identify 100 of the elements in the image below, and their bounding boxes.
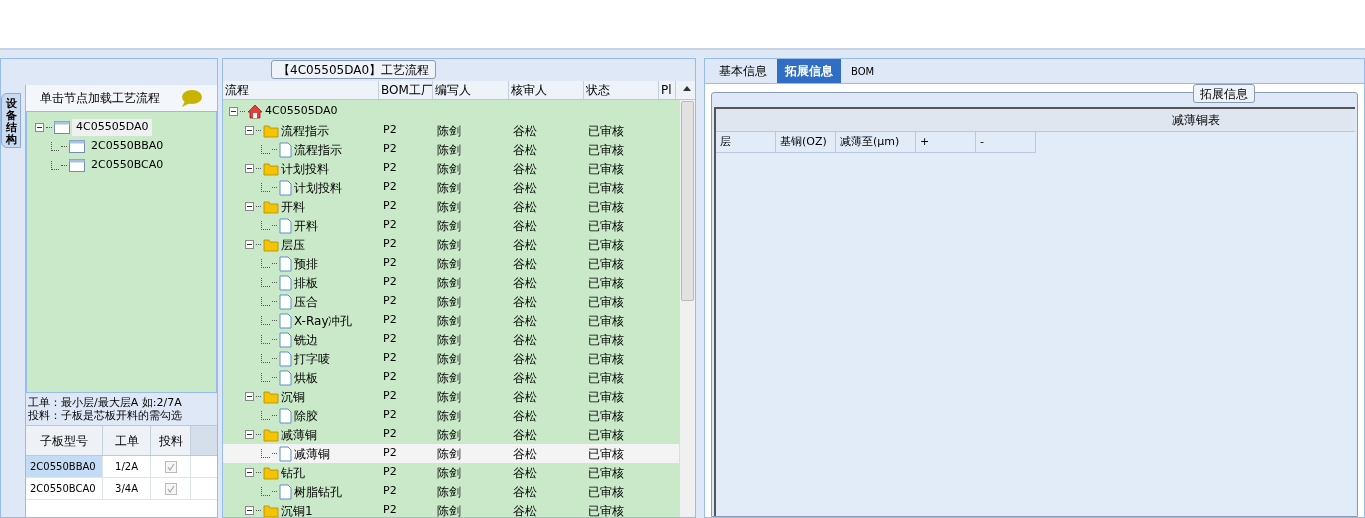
folder-icon <box>263 123 279 138</box>
table-cell-text: 陈剑 <box>436 141 462 159</box>
table-cell-text: 陈剑 <box>436 445 462 463</box>
process-row[interactable]: 流程指示 P2 陈剑 谷松 已审核 <box>223 140 679 159</box>
table-cell-text: 已审核 <box>587 426 625 444</box>
process-row[interactable]: 沉铜 P2 陈剑 谷松 已审核 <box>223 387 679 406</box>
collapse-toggle[interactable] <box>245 392 254 401</box>
table-cell-text: 谷松 <box>512 445 538 463</box>
collapse-toggle[interactable] <box>245 506 254 515</box>
process-row[interactable]: 减薄铜 P2 陈剑 谷松 已审核 <box>223 425 679 444</box>
table-cell-text: P2 <box>382 255 398 272</box>
window-icon <box>69 159 85 172</box>
table-cell-text: 陈剑 <box>436 331 462 349</box>
process-row[interactable]: 减薄铜 P2 陈剑 谷松 已审核 <box>223 444 679 463</box>
document-icon <box>279 217 292 234</box>
process-row[interactable]: 打字唛 P2 陈剑 谷松 已审核 <box>223 349 679 368</box>
folder-icon <box>263 161 279 176</box>
table-cell-text: 陈剑 <box>436 293 462 311</box>
process-row[interactable]: 钻孔 P2 陈剑 谷松 已审核 <box>223 463 679 482</box>
table-cell-text: 陈剑 <box>436 255 462 273</box>
collapse-toggle[interactable] <box>245 202 254 211</box>
tree-item[interactable]: 2C0550BBA0 <box>87 138 168 155</box>
process-row[interactable]: X-Ray冲孔 P2 陈剑 谷松 已审核 <box>223 311 679 330</box>
process-name: 沉铜1 <box>281 502 313 517</box>
tab[interactable]: 拓展信息 <box>777 59 841 83</box>
group-title: 拓展信息 <box>1193 84 1255 103</box>
process-name: 4C05505DA0 <box>265 103 338 120</box>
table-cell-text: P2 <box>382 445 398 462</box>
table-cell-text: 已审核 <box>587 445 625 463</box>
process-row[interactable]: 流程指示 P2 陈剑 谷松 已审核 <box>223 121 679 140</box>
process-row[interactable]: 铣边 P2 陈剑 谷松 已审核 <box>223 330 679 349</box>
process-name: 排板 <box>294 274 318 292</box>
table-cell-text: 已审核 <box>587 331 625 349</box>
process-name: 开料 <box>294 217 318 235</box>
table-cell[interactable]: 2C0550BBA0 <box>26 456 103 477</box>
process-row[interactable]: 4C05505DA0 <box>223 102 679 121</box>
table-cell-text: P2 <box>382 236 398 253</box>
process-row[interactable]: 压合 P2 陈剑 谷松 已审核 <box>223 292 679 311</box>
table-cell-text: P2 <box>382 502 398 517</box>
table-cell-text: 谷松 <box>512 331 538 349</box>
table-cell-text: 已审核 <box>587 198 625 216</box>
process-row[interactable]: 开料 P2 陈剑 谷松 已审核 <box>223 216 679 235</box>
document-icon <box>279 445 292 462</box>
table-cell-text: 谷松 <box>512 407 538 425</box>
process-row[interactable]: 烘板 P2 陈剑 谷松 已审核 <box>223 368 679 387</box>
document-icon <box>279 255 292 272</box>
process-row[interactable]: 除胶 P2 陈剑 谷松 已审核 <box>223 406 679 425</box>
checkbox[interactable] <box>164 482 177 495</box>
process-row[interactable]: 排板 P2 陈剑 谷松 已审核 <box>223 273 679 292</box>
process-row[interactable]: 计划投料 P2 陈剑 谷松 已审核 <box>223 159 679 178</box>
tab[interactable]: BOM <box>843 59 883 83</box>
collapse-toggle[interactable] <box>245 164 254 173</box>
table-cell-text: 已审核 <box>587 293 625 311</box>
tree-item[interactable]: 4C05505DA0 <box>72 119 153 136</box>
column-header: 核审人 <box>509 81 584 99</box>
collapse-toggle[interactable] <box>229 107 238 116</box>
process-row[interactable]: 沉铜1 P2 陈剑 谷松 已审核 <box>223 501 679 517</box>
table-cell-text: P2 <box>382 388 398 405</box>
table-cell-text: 陈剑 <box>436 274 462 292</box>
process-name: 计划投料 <box>281 160 329 178</box>
collapse-toggle[interactable] <box>245 468 254 477</box>
collapse-toggle[interactable] <box>35 123 44 132</box>
table-cell-text: P2 <box>382 312 398 329</box>
column-header: 状态 <box>584 81 659 99</box>
document-icon <box>279 274 292 291</box>
side-tab[interactable]: 设备结构 <box>1 93 21 148</box>
process-row[interactable]: 预排 P2 陈剑 谷松 已审核 <box>223 254 679 273</box>
tree-item[interactable]: 2C0550BCA0 <box>87 157 168 174</box>
table-cell-text: 谷松 <box>512 426 538 444</box>
tab[interactable]: 基本信息 <box>711 59 775 83</box>
table-cell[interactable]: 2C0550BCA0 <box>26 478 103 499</box>
checkbox[interactable] <box>164 460 177 473</box>
document-icon <box>279 369 292 386</box>
column-header: - <box>976 132 1036 153</box>
table-cell-text: 陈剑 <box>436 369 462 387</box>
collapse-toggle[interactable] <box>245 126 254 135</box>
folder-icon <box>263 503 279 517</box>
table-cell-text: 已审核 <box>587 236 625 254</box>
process-name: 钻孔 <box>281 464 305 482</box>
column-header: BOM工厂 <box>379 81 433 99</box>
process-name: 铣边 <box>294 331 318 349</box>
process-row[interactable]: 开料 P2 陈剑 谷松 已审核 <box>223 197 679 216</box>
table-cell-text: 已审核 <box>587 464 625 482</box>
collapse-toggle[interactable] <box>245 430 254 439</box>
table-cell-text: P2 <box>382 122 398 139</box>
scroll-up-icon[interactable] <box>682 84 692 92</box>
table-cell-text: 谷松 <box>512 350 538 368</box>
table-cell-text: P2 <box>382 141 398 158</box>
document-icon <box>279 331 292 348</box>
collapse-toggle[interactable] <box>245 240 254 249</box>
table-cell-text: 已审核 <box>587 407 625 425</box>
table-cell: 1/2A <box>103 456 151 477</box>
scrollbar[interactable] <box>679 100 695 517</box>
table-cell-text: P2 <box>382 483 398 500</box>
panel-header: 单击节点加载工艺流程 <box>40 90 160 107</box>
process-row[interactable]: 层压 P2 陈剑 谷松 已审核 <box>223 235 679 254</box>
table-cell-text: 谷松 <box>512 312 538 330</box>
process-row[interactable]: 树脂钻孔 P2 陈剑 谷松 已审核 <box>223 482 679 501</box>
document-icon <box>279 350 292 367</box>
process-row[interactable]: 计划投料 P2 陈剑 谷松 已审核 <box>223 178 679 197</box>
